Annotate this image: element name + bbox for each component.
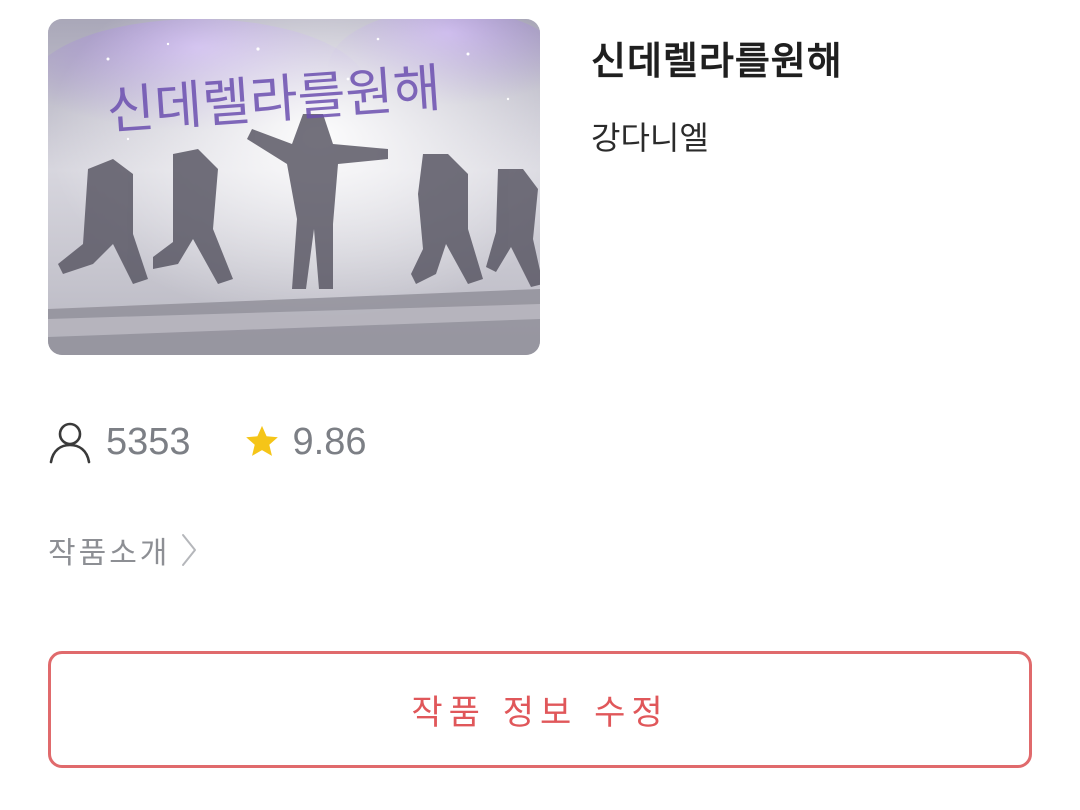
- cover-illustration: 신데렐라를원해: [48, 19, 540, 355]
- user-icon: [49, 422, 91, 464]
- work-author: 강다니엘: [591, 119, 709, 157]
- rating-value: 9.86: [292, 420, 367, 463]
- work-detail-page: 신데렐라를원해 신데렐라를원해 강다니엘 5353 9.86 작품소개 작품 정…: [0, 0, 1080, 810]
- star-icon: [245, 425, 278, 456]
- edit-work-info-button[interactable]: 작품 정보 수정: [48, 651, 1032, 768]
- views-count: 5353: [106, 420, 191, 463]
- intro-label: 작품소개: [48, 536, 171, 571]
- cover-image[interactable]: 신데렐라를원해: [48, 19, 540, 355]
- work-title: 신데렐라를원해: [591, 39, 843, 83]
- rating-stat: 9.86: [243, 421, 367, 464]
- edit-work-info-label: 작품 정보 수정: [411, 693, 669, 733]
- work-intro-link[interactable]: 작품소개: [48, 527, 198, 573]
- work-stats: 5353 9.86: [48, 414, 367, 470]
- views-stat: 5353: [48, 420, 191, 464]
- chevron-right-icon: [182, 534, 197, 566]
